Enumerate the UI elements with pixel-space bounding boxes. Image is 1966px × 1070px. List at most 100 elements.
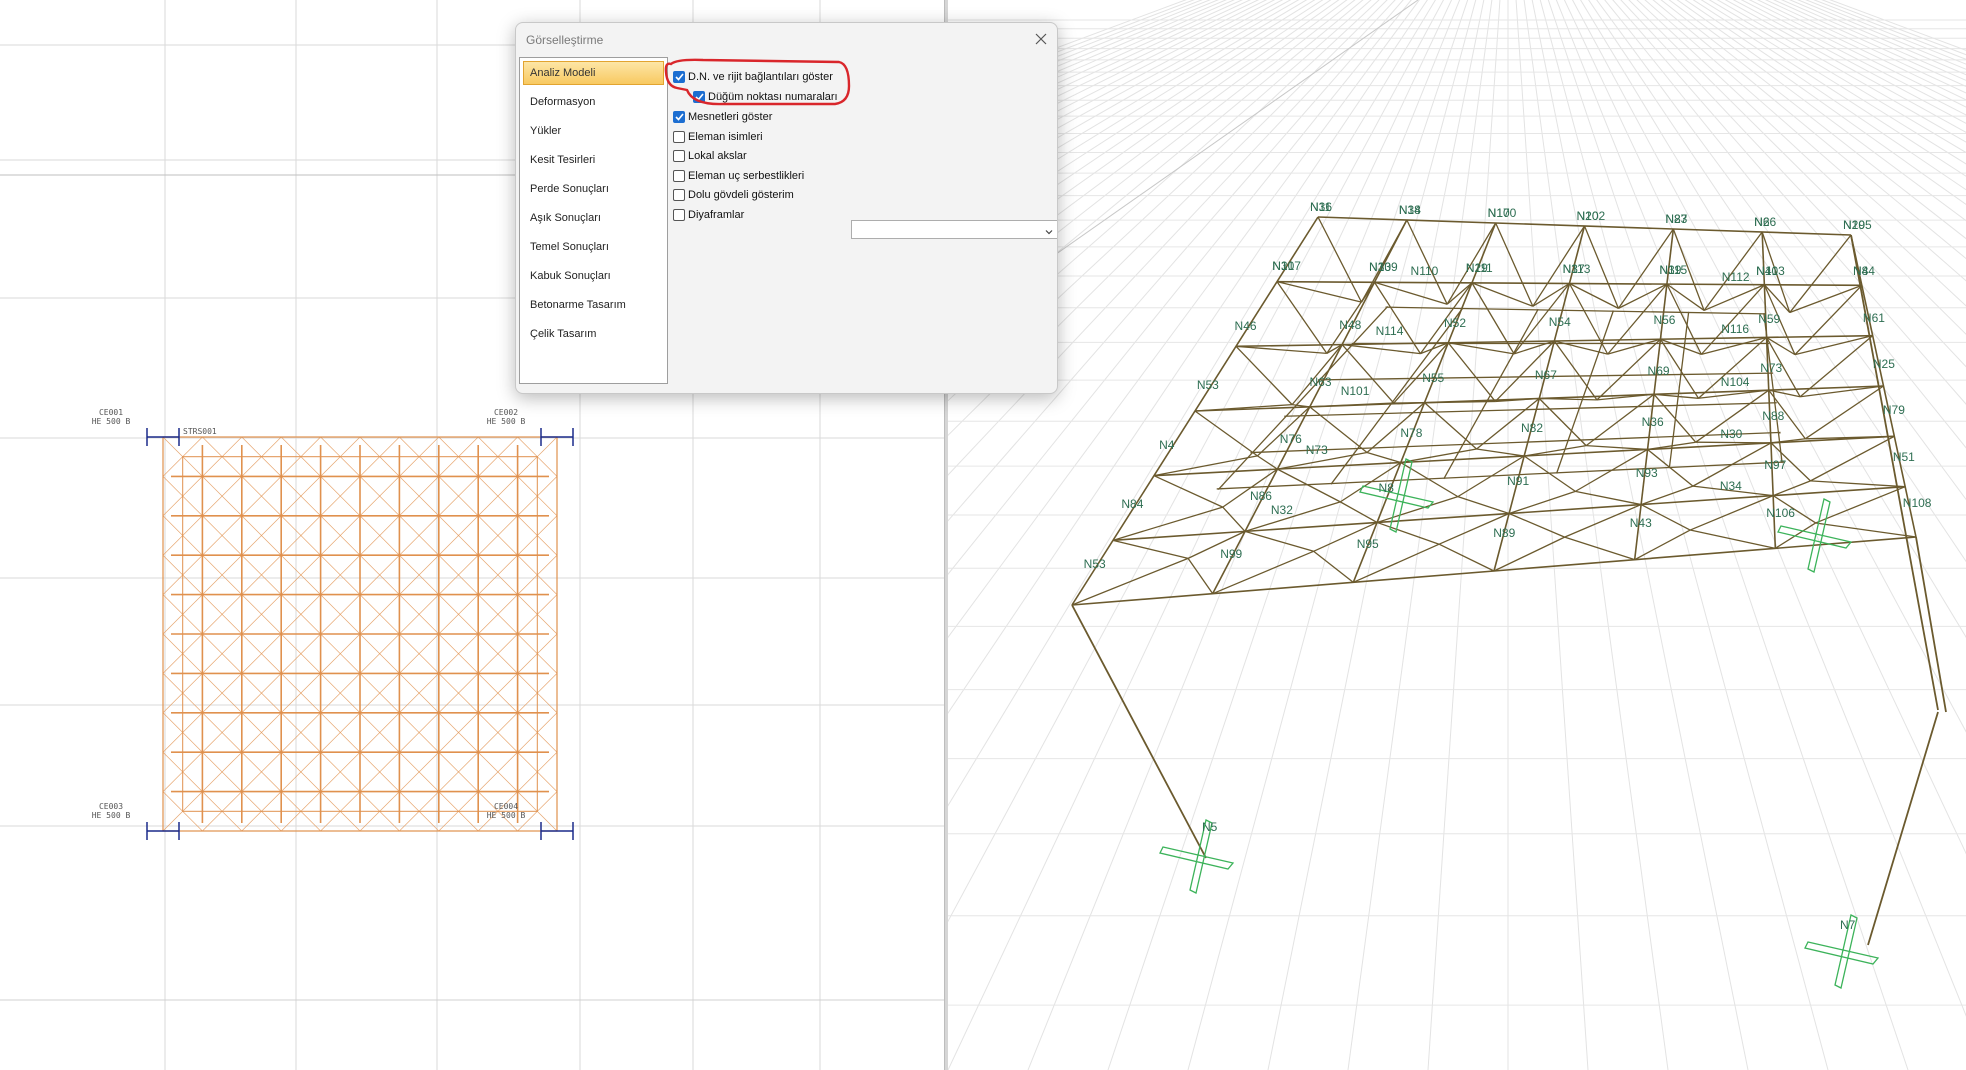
node-label: N115 xyxy=(1659,262,1688,277)
node-label: N78 xyxy=(1400,426,1423,441)
option-label: Düğüm noktası numaraları xyxy=(708,91,838,103)
node-label: N88 xyxy=(1762,409,1785,424)
node-label: N69 xyxy=(1647,364,1670,379)
checkbox-local-axes[interactable] xyxy=(673,150,685,162)
checkbox-solid-display[interactable] xyxy=(673,189,685,201)
node-label: N107 xyxy=(1272,259,1301,274)
column-label-ce003: CE003 HE 500 B xyxy=(91,802,131,820)
node-label: N63 xyxy=(1309,374,1332,389)
option-end-releases[interactable]: Eleman uç serbestlikleri xyxy=(673,170,804,182)
checkbox-show-connections[interactable] xyxy=(673,71,685,83)
option-label: D.N. ve rijit bağlantıları göster xyxy=(688,71,833,83)
category-betonarme-tasarim[interactable]: Betonarme Tasarım xyxy=(523,293,664,317)
checkbox-show-supports[interactable] xyxy=(673,111,685,123)
options-panel: D.N. ve rijit bağlantıları göster Düğüm … xyxy=(671,57,1057,387)
node-label: N103 xyxy=(1756,263,1785,278)
node-label: N6 xyxy=(1754,215,1770,229)
model-3d-view[interactable]: N11 N14 N17 N20 N23 N26 N29 N31 N33 N29 N37 N39 N41 N… xyxy=(948,0,1966,1070)
option-node-numbers[interactable]: Düğüm noktası numaraları xyxy=(693,91,838,103)
checkbox-element-names[interactable] xyxy=(673,131,685,143)
node-label: N8 xyxy=(1852,264,1869,279)
checkbox-node-numbers[interactable] xyxy=(693,91,705,103)
node-label: N112 xyxy=(1721,270,1750,285)
truss-members xyxy=(1071,216,1947,946)
category-kabuk-sonuclari[interactable]: Kabuk Sonuçları xyxy=(523,264,664,288)
node-label: N87 xyxy=(1665,212,1688,226)
node-label: N79 xyxy=(1882,403,1905,418)
option-show-connections[interactable]: D.N. ve rijit bağlantıları göster xyxy=(673,71,833,83)
node-label: N104 xyxy=(1720,374,1750,389)
node-label: N106 xyxy=(1766,506,1795,521)
category-list: Analiz Modeli Deformasyon Yükler Kesit T… xyxy=(519,57,668,384)
truss-label: STRS001 xyxy=(183,427,217,436)
node-label: N110 xyxy=(1410,263,1439,278)
node-label: N32 xyxy=(1270,503,1293,518)
node-label: N109 xyxy=(1369,260,1398,275)
column-label-ce001: CE001 HE 500 B xyxy=(91,408,131,426)
space-truss-drawing xyxy=(948,0,1966,1070)
node-label: N95 xyxy=(1356,536,1379,551)
node-label: N5 xyxy=(1202,820,1218,834)
node-label: N100 xyxy=(1487,206,1517,220)
dialog-title: Görselleştirme xyxy=(526,33,604,47)
node-label: N116 xyxy=(1721,322,1750,337)
node-label: N55 xyxy=(1422,371,1445,386)
visualization-dialog[interactable]: Görselleştirme Analiz Modeli Deformasyon… xyxy=(515,22,1058,394)
node-label: N4 xyxy=(1159,437,1175,452)
dialog-titlebar[interactable]: Görselleştirme xyxy=(516,23,1057,55)
option-local-axes[interactable]: Lokal akslar xyxy=(673,150,747,162)
node-label: N105 xyxy=(1843,218,1872,232)
chevron-down-icon xyxy=(1044,224,1054,242)
node-label: N86 xyxy=(1249,489,1272,504)
node-label: N82 xyxy=(1520,420,1543,435)
category-kesit-tesirleri[interactable]: Kesit Tesirleri xyxy=(523,148,664,172)
option-element-names[interactable]: Eleman isimleri xyxy=(673,131,763,143)
close-icon[interactable] xyxy=(1031,29,1051,49)
option-label: Mesnetleri göster xyxy=(688,111,773,123)
node-label: N59 xyxy=(1758,312,1781,326)
node-label: N76 xyxy=(1279,432,1302,447)
column-label-ce002: CE002 HE 500 B xyxy=(486,408,526,426)
category-yukler[interactable]: Yükler xyxy=(523,119,664,143)
node-label: N46 xyxy=(1234,318,1257,333)
node-label: N108 xyxy=(1902,495,1932,510)
node-label: N36 xyxy=(1641,414,1664,429)
node-label: N99 xyxy=(1220,546,1243,561)
category-analiz-modeli[interactable]: Analiz Modeli xyxy=(523,61,664,85)
option-label: Lokal akslar xyxy=(688,150,747,162)
category-temel-sonuclari[interactable]: Temel Sonuçları xyxy=(523,235,664,259)
node-label: N73 xyxy=(1305,443,1328,458)
diaphragm-select[interactable] xyxy=(851,220,1057,242)
option-label: Dolu gövdeli gösterim xyxy=(688,189,794,201)
node-label: N97 xyxy=(1764,457,1787,472)
node-label: N43 xyxy=(1629,516,1652,531)
node-label: N54 xyxy=(1548,314,1571,329)
checkbox-end-releases[interactable] xyxy=(673,170,685,182)
node-label: N51 xyxy=(1892,449,1915,464)
node-label: N53 xyxy=(1196,378,1219,393)
truss-plan xyxy=(162,436,558,832)
node-label: N34 xyxy=(1719,478,1742,493)
category-deformasyon[interactable]: Deformasyon xyxy=(523,90,664,114)
option-label: Eleman isimleri xyxy=(688,131,763,143)
checkbox-diaphragms[interactable] xyxy=(673,209,685,221)
node-label: N102 xyxy=(1576,209,1606,223)
node-label: N89 xyxy=(1493,526,1516,541)
option-diaphragms[interactable]: Diyaframlar xyxy=(673,209,744,221)
option-solid-display[interactable]: Dolu gövdeli gösterim xyxy=(673,189,794,201)
option-show-supports[interactable]: Mesnetleri göster xyxy=(673,111,772,123)
option-label: Eleman uç serbestlikleri xyxy=(688,170,805,182)
node-label: N84 xyxy=(1121,497,1144,512)
category-perde-sonuclari[interactable]: Perde Sonuçları xyxy=(523,177,664,201)
node-label: N67 xyxy=(1534,367,1557,382)
option-label: Diyaframlar xyxy=(688,209,745,221)
node-label: N111 xyxy=(1465,261,1493,276)
perspective-grid xyxy=(948,0,1966,1070)
category-asik-sonuclari[interactable]: Aşık Sonuçları xyxy=(523,206,664,230)
node-label: N114 xyxy=(1375,323,1404,338)
column-label-ce004: CE004 HE 500 B xyxy=(486,802,526,820)
node-label: N7 xyxy=(1840,918,1856,932)
node-label: N93 xyxy=(1635,465,1658,480)
node-label: N113 xyxy=(1562,261,1591,276)
category-celik-tasarim[interactable]: Çelik Tasarım xyxy=(523,322,664,346)
